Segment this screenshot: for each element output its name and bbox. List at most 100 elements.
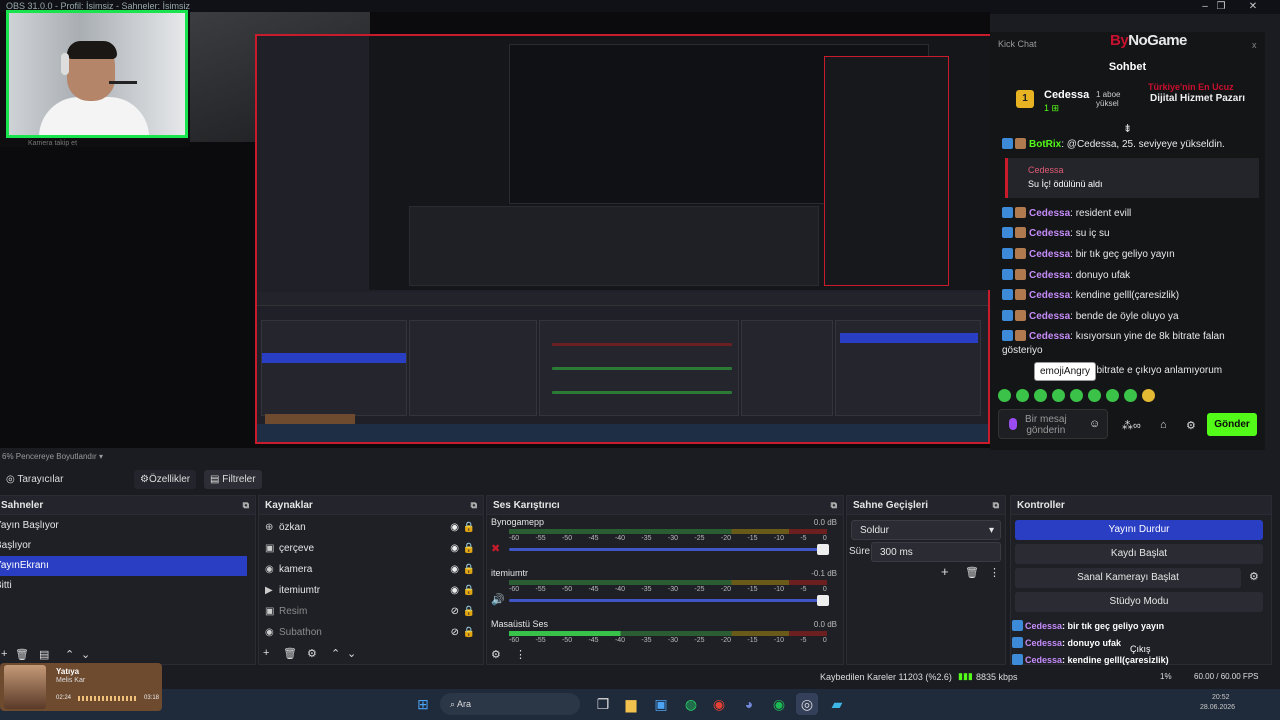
visibility-eye-icon[interactable]: ◉ [450,538,459,559]
lock-icon[interactable]: 🔒 [463,601,475,622]
kick-close-icon[interactable]: x [1252,40,1257,50]
maximize-button[interactable]: ❐ [1206,0,1236,14]
emote-bar[interactable] [998,389,1188,405]
mixer-menu-icon[interactable]: ⋮ [515,648,526,661]
move-up-icon[interactable]: ⌃ [65,648,74,661]
obs-icon[interactable]: ◎ [796,693,818,715]
remove-transition-icon[interactable]: 🗑 [965,566,979,579]
dock-float-icon[interactable]: ⧉ [471,496,477,515]
chat-username[interactable]: Cedessa [1029,311,1070,322]
chat-username[interactable]: Cedessa [1029,290,1070,301]
start-virtual-camera-button[interactable]: Sanal Kamerayı Başlat [1015,568,1241,588]
move-down-icon[interactable]: ⌄ [347,647,356,660]
add-transition-icon[interactable]: + [941,564,949,579]
discord-icon[interactable]: ◕ [738,693,760,715]
emote-icon[interactable] [1106,389,1119,402]
spotify-icon[interactable]: ◉ [768,693,790,715]
transition-select[interactable]: Soldur ▾ [851,520,1001,540]
remove-scene-icon[interactable]: 🗑 [15,648,29,661]
send-button[interactable]: Gönder [1207,413,1257,436]
chat-tab[interactable]: Sohbet [990,61,1265,73]
emote-icon[interactable] [1052,389,1065,402]
settings-icon[interactable]: ⚙ [1186,419,1196,432]
scene-filter-icon[interactable]: ▤ [39,648,49,661]
studio-mode-button[interactable]: Stüdyo Modu [1015,592,1263,612]
dock-float-icon[interactable]: ⧉ [993,496,999,515]
emote-picker-icon[interactable]: ⁂∞ [1122,419,1141,432]
source-item[interactable]: ▣ çerçeve ◉ 🔒 [265,538,483,559]
visibility-eye-icon[interactable]: ◉ [450,580,459,601]
taskbar-search[interactable]: ⌕ Ara [440,693,580,715]
emote-icon[interactable] [1088,389,1101,402]
scene-item[interactable]: Başlıyor [0,536,247,556]
move-up-icon[interactable]: ⌃ [331,647,340,660]
source-item[interactable]: ▣ Resim ⊘ 🔒 [265,601,483,622]
file-explorer-icon[interactable]: ▆ [620,693,642,715]
scene-item[interactable]: Bitti [0,576,247,596]
visibility-eye-icon[interactable]: ⊘ [451,622,459,643]
transition-menu-icon[interactable]: ⋮ [989,566,1000,579]
chat-message-input[interactable]: Bir mesaj gönderin ☺ [998,409,1108,439]
lock-icon[interactable]: 🔒 [463,580,475,601]
lock-icon[interactable]: 🔒 [463,622,475,643]
source-item[interactable]: ⊕ özkan ◉ 🔒 [265,517,483,538]
lock-icon[interactable]: 🔒 [463,538,475,559]
chat-username[interactable]: Cedessa [1029,331,1070,342]
chat-username[interactable]: Cedessa [1029,228,1070,239]
emote-icon[interactable] [1070,389,1083,402]
app-icon[interactable]: ▰ [826,693,848,715]
dock-float-icon[interactable]: ⧉ [831,496,837,515]
chrome-icon[interactable]: ◉ [708,693,730,715]
kick-chat-header: Kick Chat [998,39,1037,49]
whatsapp-icon[interactable]: ◍ [680,693,702,715]
mute-icon[interactable]: ✖ [491,542,500,555]
scene-item[interactable]: Yayın Başlıyor [0,516,247,536]
emote-icon[interactable] [1142,389,1155,402]
duration-input[interactable]: 300 ms [871,542,1001,562]
source-properties-icon[interactable]: ⚙ [307,647,317,660]
scene-item[interactable]: YayınEkranı [0,556,247,576]
move-down-icon[interactable]: ⌄ [81,648,90,661]
chat-username[interactable]: BotRix [1029,139,1061,150]
visibility-eye-icon[interactable]: ⊘ [451,601,459,622]
add-scene-icon[interactable]: + [1,648,7,660]
chat-username[interactable]: Cedessa [1029,270,1070,281]
chat-username[interactable]: Cedessa [1029,249,1070,260]
chat-username[interactable]: Cedessa [1029,208,1070,219]
virtual-camera-settings-icon[interactable]: ⚙ [1249,570,1259,583]
source-item[interactable]: ◉ Subathon ⊘ 🔒 [265,622,483,643]
slider-handle[interactable] [817,595,829,606]
source-item[interactable]: ◉ kamera ◉ 🔒 [265,559,483,580]
stop-stream-button[interactable]: Yayını Durdur [1015,520,1263,540]
close-button[interactable]: ✕ [1238,0,1268,14]
collapse-arrow-icon[interactable]: ⇟ [1123,122,1132,135]
lock-icon[interactable]: 🔒 [463,517,475,538]
add-source-icon[interactable]: + [263,647,269,659]
lock-icon[interactable]: 🔒 [463,559,475,580]
slider-handle[interactable] [817,544,829,555]
filters-button[interactable]: ▤ Filtreler [204,470,262,489]
source-label: Subathon [279,627,322,638]
emote-icon[interactable] [1034,389,1047,402]
store-icon[interactable]: ⌂ [1160,419,1167,431]
dock-float-icon[interactable]: ⧉ [243,496,249,515]
volume-slider[interactable] [509,595,829,606]
mic-icon[interactable] [1009,418,1017,430]
emote-icon[interactable] [998,389,1011,402]
source-item[interactable]: ▶ itemiumtr ◉ 🔒 [265,580,483,601]
smiley-icon[interactable]: ☺ [1089,418,1100,430]
speaker-icon[interactable]: 🔊 [491,593,505,606]
remove-source-icon[interactable]: 🗑 [283,647,297,660]
start-recording-button[interactable]: Kaydı Başlat [1015,544,1263,564]
task-view-icon[interactable]: ❐ [592,693,614,715]
volume-slider[interactable] [509,544,829,555]
store-app-icon[interactable]: ▣ [650,693,672,715]
zoom-label[interactable]: 6% Pencereye Boyutlandır ▾ [2,452,103,461]
visibility-eye-icon[interactable]: ◉ [450,559,459,580]
emote-icon[interactable] [1016,389,1029,402]
mixer-settings-icon[interactable]: ⚙ [491,648,501,661]
properties-button[interactable]: ⚙Özellikler [134,470,197,489]
start-icon[interactable]: ⊞ [412,693,434,715]
visibility-eye-icon[interactable]: ◉ [450,517,459,538]
emote-icon[interactable] [1124,389,1137,402]
